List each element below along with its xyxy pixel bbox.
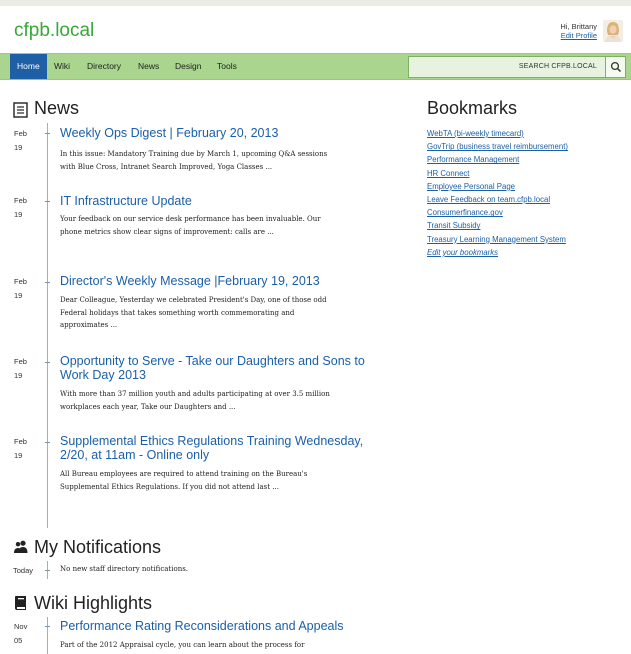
news-item-title[interactable]: Director's Weekly Message |February 19, …	[60, 274, 390, 289]
nav-item-directory[interactable]: Directory	[80, 54, 128, 79]
bookmark-link[interactable]: GovTrip (business travel reimbursement)	[427, 140, 568, 153]
nav-item-wiki[interactable]: Wiki	[47, 54, 77, 79]
bookmarks-list: WebTA (bi-weekly timecard) GovTrip (busi…	[427, 127, 568, 259]
wiki-heading: Wiki Highlights	[34, 593, 153, 613]
bookmark-link[interactable]: Leave Feedback on team.cfpb.local	[427, 193, 568, 206]
users-icon	[14, 540, 28, 553]
bookmark-link[interactable]: Consumerfinance.gov	[427, 206, 568, 219]
main-nav: Home Wiki Directory News Design Tools SE…	[0, 53, 631, 80]
news-item-title[interactable]: Supplemental Ethics Regulations Training…	[60, 434, 390, 462]
news-item-excerpt: In this issue: Mandatory Training due by…	[60, 150, 328, 171]
book-icon	[15, 596, 26, 610]
nav-item-design[interactable]: Design	[168, 54, 208, 79]
user-greeting: Hi, Brittany	[560, 22, 597, 31]
news-item-excerpt: All Bureau employees are required to att…	[60, 470, 308, 491]
news-item-title[interactable]: Opportunity to Serve - Take our Daughter…	[60, 354, 390, 382]
notifications-heading: My Notifications	[34, 537, 162, 557]
news-date: Feb 19	[14, 357, 27, 380]
timeline-marker	[45, 201, 50, 202]
user-box: Hi, Brittany Edit Profile	[560, 22, 597, 40]
news-date: Feb 19	[14, 437, 27, 460]
search-button[interactable]	[605, 57, 625, 77]
site-header: cfpb.local Hi, Brittany Edit Profile	[0, 6, 631, 53]
notification-text: No new staff directory notifications.	[60, 565, 189, 573]
nav-item-tools[interactable]: Tools	[210, 54, 244, 79]
news-item-title[interactable]: IT Infrastructure Update	[60, 194, 390, 209]
news-date: Feb 19	[14, 129, 27, 152]
news-date: Feb 19	[14, 277, 27, 300]
bookmark-link[interactable]: HR Connect	[427, 167, 568, 180]
timeline-marker	[45, 133, 50, 134]
nav-item-news[interactable]: News	[131, 54, 166, 79]
news-item-title[interactable]: Weekly Ops Digest | February 20, 2013	[60, 126, 390, 141]
wiki-item-excerpt: Part of the 2012 Appraisal cycle, you ca…	[60, 641, 305, 649]
timeline-marker	[45, 626, 50, 627]
news-date: Feb 19	[14, 196, 27, 219]
bookmark-link[interactable]: Treasury Learning Management System	[427, 233, 568, 246]
edit-bookmarks-link[interactable]: Edit your bookmarks	[427, 246, 568, 259]
search-input[interactable]: SEARCH CFPB.LOCAL	[408, 56, 626, 78]
edit-profile-link[interactable]: Edit Profile	[560, 31, 597, 40]
bookmark-link[interactable]: Transit Subsidy	[427, 219, 568, 232]
wiki-timeline	[47, 617, 48, 654]
wiki-item-title[interactable]: Performance Rating Reconsiderations and …	[60, 619, 390, 634]
timeline-marker	[45, 282, 50, 283]
notification-date: Today	[13, 566, 34, 575]
timeline-marker	[45, 570, 50, 571]
news-item-excerpt: Dear Colleague, Yesterday we celebrated …	[60, 296, 327, 329]
nav-item-home[interactable]: Home	[10, 54, 47, 79]
newspaper-icon	[13, 102, 28, 118]
bookmark-link[interactable]: WebTA (bi-weekly timecard)	[427, 127, 568, 140]
bookmark-link[interactable]: Performance Management	[427, 153, 568, 166]
news-heading: News	[34, 98, 80, 118]
timeline-marker	[45, 362, 50, 363]
timeline-marker	[45, 442, 50, 443]
news-timeline	[47, 123, 48, 528]
site-title[interactable]: cfpb.local	[14, 20, 94, 42]
news-item-excerpt: Your feedback on our service desk perfor…	[60, 215, 321, 236]
news-item-excerpt: With more than 37 million youth and adul…	[60, 390, 330, 411]
wiki-date: Nov 05	[14, 622, 28, 645]
avatar[interactable]	[603, 20, 623, 42]
bookmarks-heading: Bookmarks	[427, 98, 518, 118]
bookmark-link[interactable]: Employee Personal Page	[427, 180, 568, 193]
search-placeholder: SEARCH CFPB.LOCAL	[518, 63, 597, 70]
search-icon	[610, 61, 622, 73]
